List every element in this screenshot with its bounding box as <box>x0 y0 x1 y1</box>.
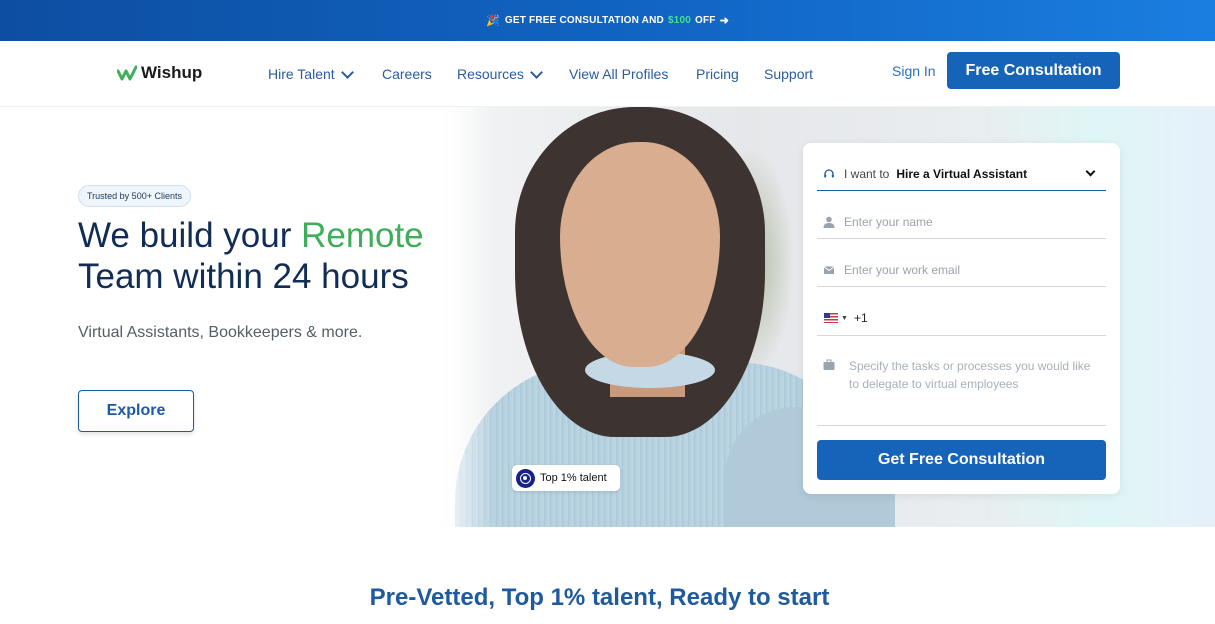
hire-type-select[interactable]: I want to Hire a Virtual Assistant <box>817 157 1106 191</box>
headline-part1: We build your <box>78 216 292 255</box>
name-field[interactable]: Enter your name <box>817 205 1106 239</box>
promo-highlight: $100 <box>667 15 691 26</box>
wishup-logo-icon <box>117 65 137 81</box>
nav-careers[interactable]: Careers <box>382 66 432 82</box>
caret-down-icon[interactable]: ▼ <box>841 315 848 322</box>
top-talent-badge: Top 1% talent <box>512 465 620 491</box>
briefcase-icon <box>823 359 835 370</box>
free-consultation-button[interactable]: Free Consultation <box>947 52 1120 89</box>
nav-pricing-label: Pricing <box>696 66 739 82</box>
logo[interactable]: Wishup <box>117 63 202 83</box>
headset-icon <box>824 168 834 177</box>
name-placeholder: Enter your name <box>844 214 933 229</box>
nav-resources-label: Resources <box>457 66 524 82</box>
hero-subtitle: Virtual Assistants, Bookkeepers & more. <box>78 324 363 341</box>
sign-in-link[interactable]: Sign In <box>892 63 936 79</box>
nav-hire-talent-label: Hire Talent <box>268 66 335 82</box>
user-icon <box>823 216 835 228</box>
photo-fade <box>435 107 495 527</box>
chevron-down-icon <box>1085 166 1096 177</box>
headline-part2: Team within 24 hours <box>78 257 409 296</box>
nav-resources[interactable]: Resources <box>457 65 543 82</box>
promo-banner[interactable]: 🎉 GET FREE CONSULTATION AND $100 OFF ➜ <box>0 0 1215 41</box>
trusted-badge: Trusted by 500+ Clients <box>78 185 191 207</box>
nav-pricing[interactable]: Pricing <box>696 66 739 82</box>
nav-support[interactable]: Support <box>764 66 813 82</box>
logo-text: Wishup <box>141 63 203 82</box>
section-title: Pre-Vetted, Top 1% talent, Ready to star… <box>369 584 830 611</box>
chevron-down-icon <box>340 65 354 79</box>
main-nav: Wishup Hire Talent Careers Resources Vie… <box>0 41 1215 107</box>
tasks-placeholder: Specify the tasks or processes you would… <box>849 359 1091 391</box>
email-placeholder: Enter your work email <box>844 262 961 277</box>
nav-hire-talent[interactable]: Hire Talent <box>268 65 354 82</box>
target-icon <box>516 468 535 488</box>
us-flag-icon[interactable] <box>824 313 838 323</box>
hero-section: Trusted by 500+ Clients We build your Re… <box>0 107 1215 527</box>
party-icon: 🎉 <box>485 15 500 27</box>
nav-view-all-profiles-label: View All Profiles <box>569 66 669 82</box>
phone-field[interactable]: ▼ +1 <box>817 301 1106 336</box>
promo-text-after: OFF <box>695 15 716 26</box>
consultation-form: I want to Hire a Virtual Assistant Enter… <box>803 143 1120 494</box>
arrow-right-icon: ➜ <box>719 15 730 27</box>
chevron-down-icon <box>530 65 543 79</box>
nav-support-label: Support <box>764 66 814 82</box>
nav-careers-label: Careers <box>382 66 432 82</box>
want-value: Hire a Virtual Assistant <box>896 166 1028 181</box>
top-talent-label: Top 1% talent <box>540 472 607 484</box>
headline-accent: Remote <box>301 216 424 255</box>
nav-view-all-profiles[interactable]: View All Profiles <box>569 66 668 82</box>
promo-text: GET FREE CONSULTATION AND <box>504 15 664 26</box>
tasks-textarea[interactable]: Specify the tasks or processes you would… <box>817 351 1106 426</box>
phone-code: +1 <box>853 311 868 325</box>
hero-headline: We build your Remote Team within 24 hour… <box>78 215 478 297</box>
want-label: I want to <box>844 166 890 181</box>
email-field[interactable]: Enter your work email <box>817 253 1106 287</box>
envelope-icon <box>823 265 835 274</box>
explore-button[interactable]: Explore <box>78 390 194 432</box>
get-free-consultation-button[interactable]: Get Free Consultation <box>817 440 1106 480</box>
